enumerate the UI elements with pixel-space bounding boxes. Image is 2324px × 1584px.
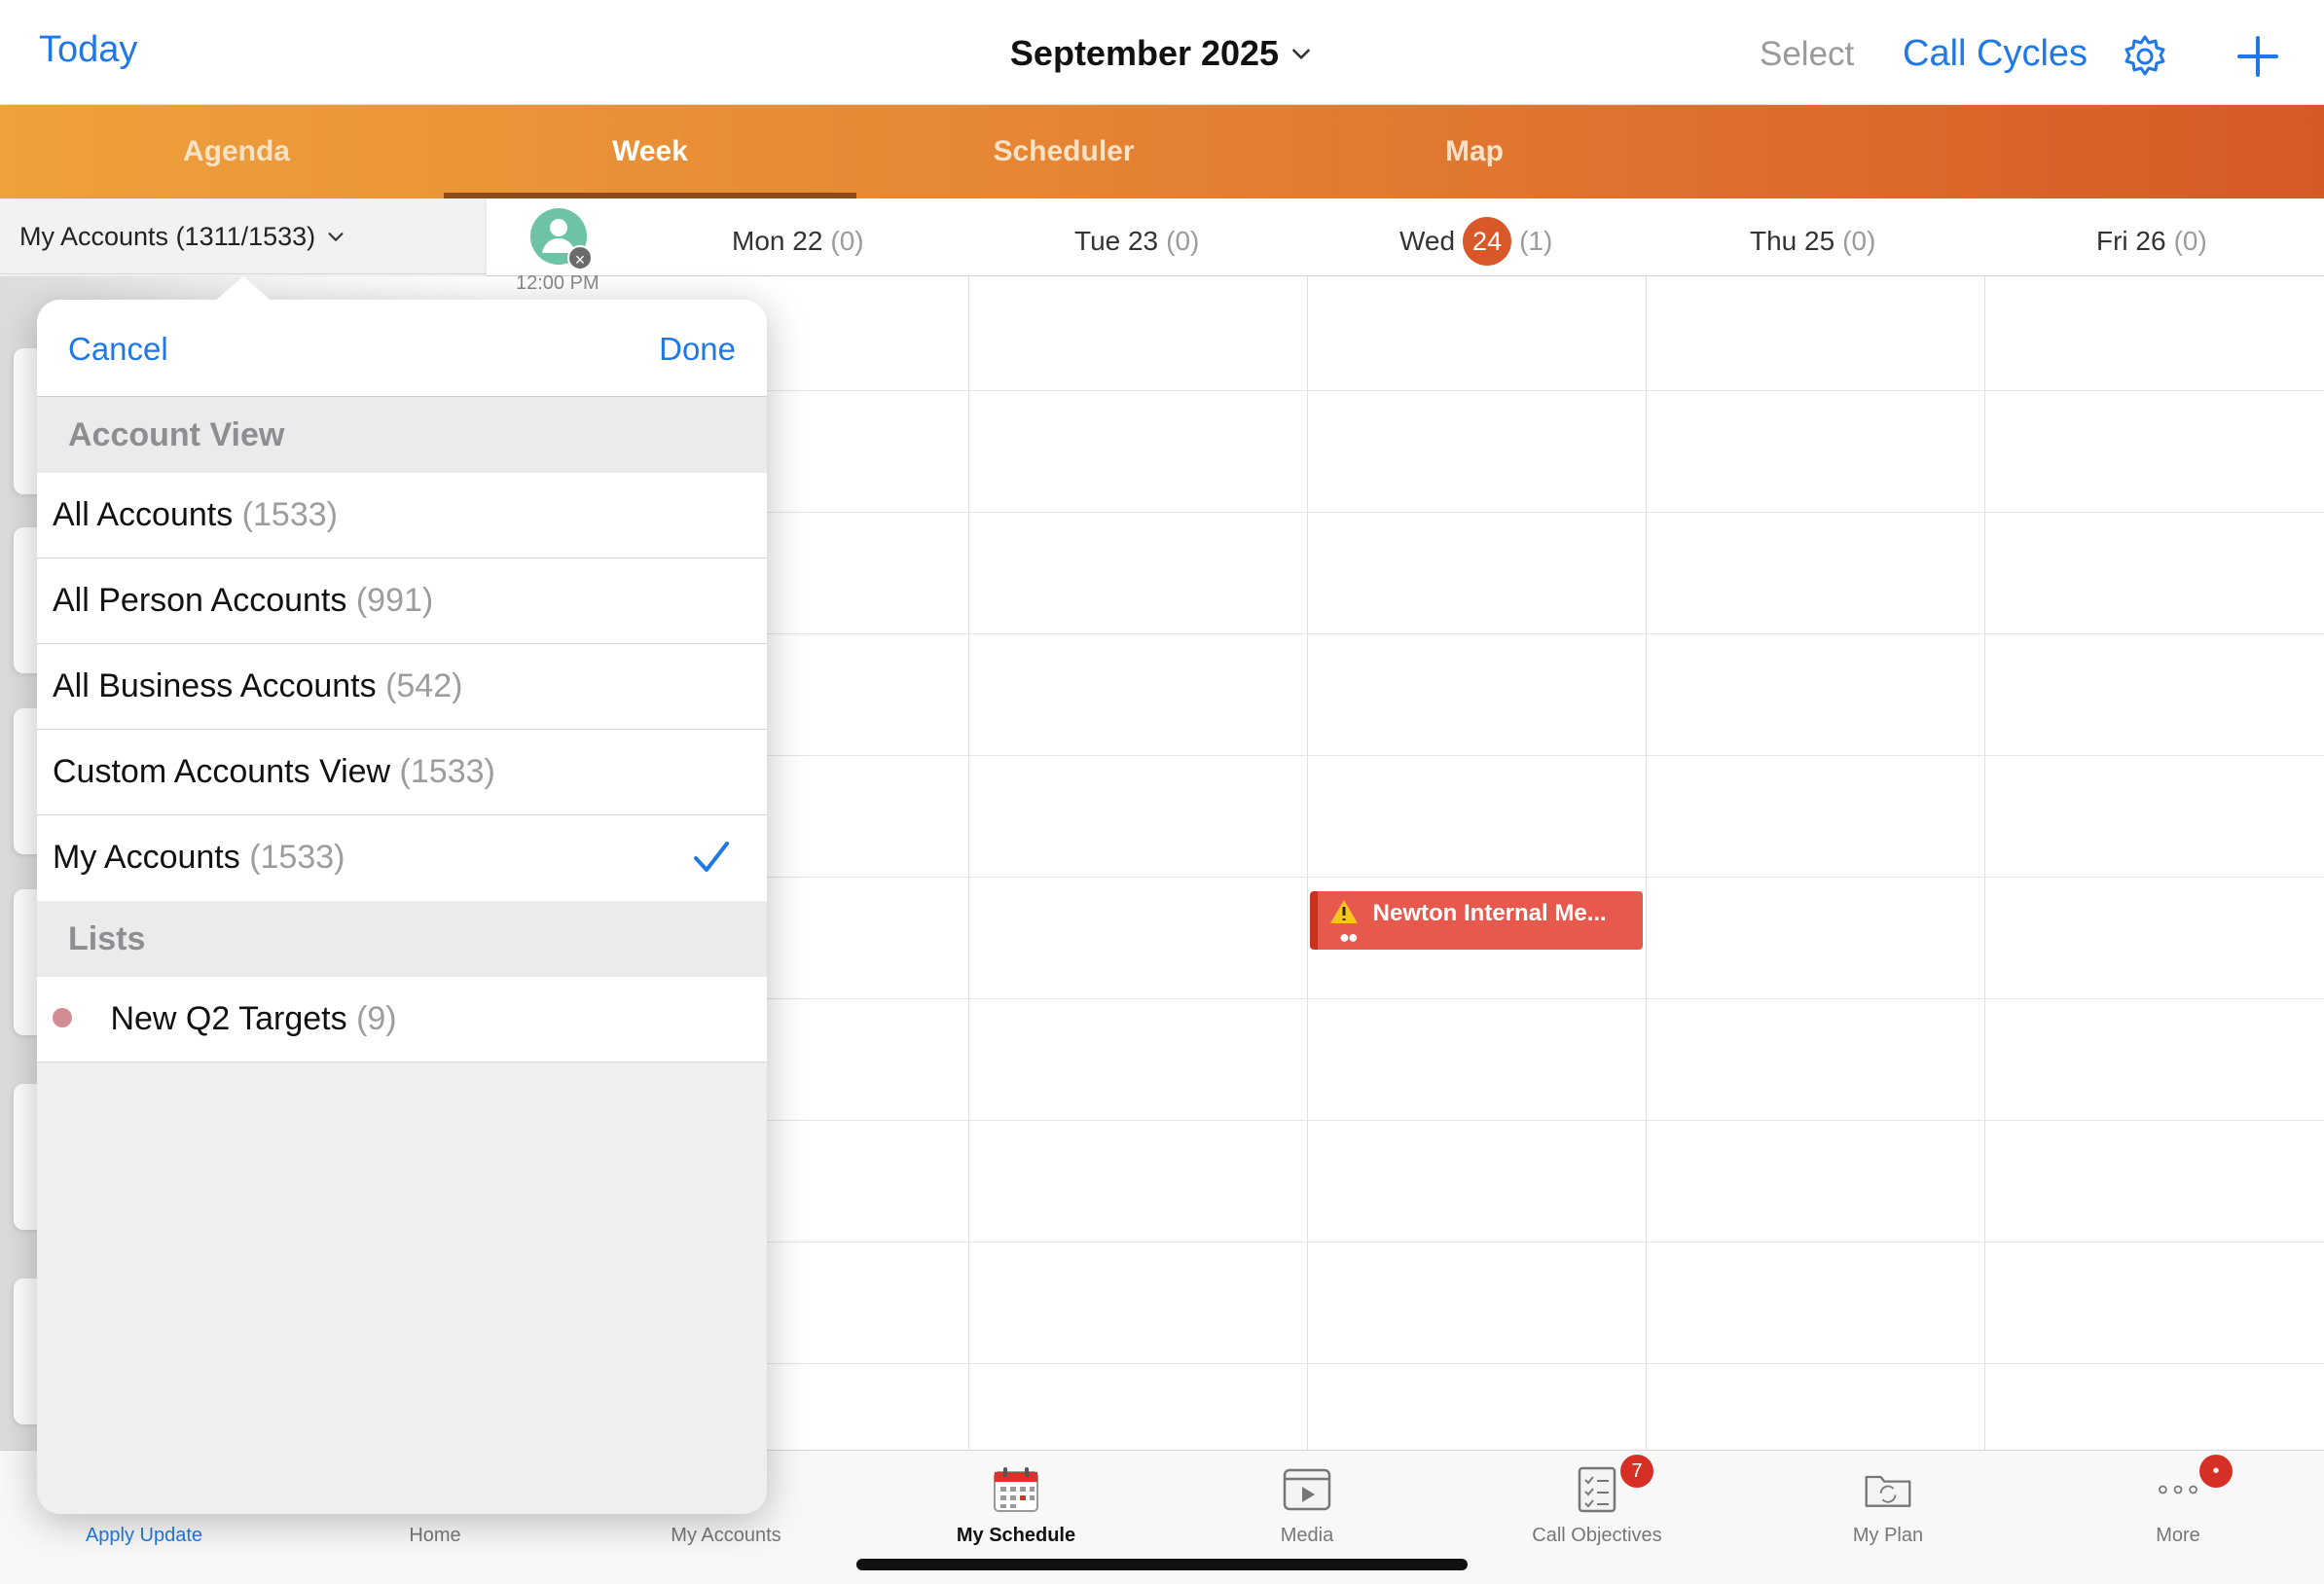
media-icon: [1283, 1468, 1331, 1511]
checkmark-icon: [694, 842, 729, 872]
tab-more[interactable]: • More: [2081, 1451, 2275, 1547]
user-avatar[interactable]: ×: [530, 208, 593, 270]
plan-folder-icon: [1865, 1475, 1911, 1507]
tab-label: My Accounts: [671, 1525, 781, 1546]
tab-call-objectives[interactable]: 7 Call Objectives: [1500, 1451, 1694, 1547]
option-count: (9): [356, 1000, 397, 1037]
month-selector[interactable]: September 2025: [1010, 33, 1314, 74]
popover-header: Cancel Done: [37, 300, 767, 397]
top-navigation-bar: Today September 2025 Select Call Cycles: [0, 0, 2324, 105]
grid-line: [1646, 276, 1647, 1450]
option-count: (542): [385, 667, 463, 704]
option-name: All Business Accounts: [53, 667, 377, 704]
account-view-option[interactable]: All Person Accounts (991): [37, 558, 767, 644]
tab-label: Call Objectives: [1532, 1525, 1662, 1546]
tab-label: Home: [409, 1525, 461, 1546]
gear-icon[interactable]: [2122, 33, 2168, 80]
view-tabs: Agenda Week Scheduler Map: [0, 105, 2324, 198]
tab-media[interactable]: Media: [1210, 1451, 1404, 1547]
calendar-event[interactable]: Newton Internal Me... ●●: [1310, 891, 1643, 950]
day-header-mon[interactable]: Mon 22 (0): [732, 222, 864, 261]
day-header-tue[interactable]: Tue 23 (0): [1074, 222, 1199, 261]
tab-agenda[interactable]: Agenda: [97, 105, 376, 198]
grid-line: [1984, 276, 1985, 1450]
section-header-lists: Lists: [37, 901, 767, 977]
day-count: (0): [2173, 226, 2207, 256]
grid-line: [1307, 276, 1308, 1450]
close-icon[interactable]: ×: [567, 245, 593, 270]
day-header-fri[interactable]: Fri 26 (0): [2096, 222, 2207, 261]
tab-label: Media: [1280, 1525, 1334, 1546]
day-count: (1): [1519, 226, 1553, 256]
tab-my-schedule[interactable]: My Schedule: [919, 1451, 1113, 1547]
day-header-wed[interactable]: Wed 24 (1): [1399, 216, 1552, 267]
day-label: Tue 23: [1074, 226, 1159, 256]
today-button[interactable]: Today: [39, 29, 137, 71]
account-view-option-selected[interactable]: My Accounts (1533): [37, 815, 767, 901]
day-count: (0): [1166, 226, 1200, 256]
select-button[interactable]: Select: [1760, 35, 1854, 74]
day-label: Thu 25: [1750, 226, 1835, 256]
option-count: (1533): [399, 753, 495, 790]
tab-map[interactable]: Map: [1335, 105, 1614, 198]
warning-icon: [1330, 900, 1358, 923]
tab-label: My Plan: [1852, 1525, 1924, 1546]
day-count: (0): [1842, 226, 1876, 256]
account-view-option[interactable]: Custom Accounts View (1533): [37, 730, 767, 815]
tab-scheduler[interactable]: Scheduler: [925, 105, 1203, 198]
account-view-popover: Cancel Done Account View All Accounts (1…: [37, 300, 767, 1514]
popover-arrow: [214, 276, 272, 302]
more-dots-icon: [2159, 1485, 2197, 1494]
chevron-down-icon: [328, 233, 344, 241]
option-name: New Q2 Targets: [110, 1000, 347, 1037]
account-view-option[interactable]: All Accounts (1533): [37, 473, 767, 558]
account-view-option[interactable]: All Business Accounts (542): [37, 644, 767, 730]
day-header-thu[interactable]: Thu 25 (0): [1750, 222, 1875, 261]
home-indicator: [856, 1559, 1468, 1570]
section-header-account-view: Account View: [37, 397, 767, 473]
call-cycles-button[interactable]: Call Cycles: [1903, 33, 2088, 75]
option-name: All Accounts: [53, 496, 234, 533]
accounts-filter-label: My Accounts (1311/1533): [19, 222, 316, 251]
add-icon[interactable]: [2234, 33, 2281, 80]
option-count: (1533): [249, 839, 345, 876]
day-label: Mon 22: [732, 226, 823, 256]
accounts-filter-dropdown[interactable]: My Accounts (1311/1533): [0, 198, 487, 274]
grid-line: [968, 276, 969, 1450]
day-label: Wed: [1399, 226, 1456, 256]
notification-badge: 7: [1620, 1455, 1653, 1488]
tab-week[interactable]: Week: [444, 105, 856, 198]
list-option[interactable]: New Q2 Targets (9): [37, 977, 767, 1062]
option-name: My Accounts: [53, 839, 240, 876]
option-count: (1533): [241, 496, 338, 533]
tab-my-plan[interactable]: My Plan: [1791, 1451, 1985, 1547]
day-label: Fri 26: [2096, 226, 2166, 256]
tab-label: More: [2156, 1525, 2200, 1546]
tab-label: Apply Update: [85, 1525, 203, 1546]
notification-badge: •: [2199, 1455, 2233, 1488]
attendees-icon: ●●: [1339, 927, 1359, 947]
event-title: Newton Internal Me...: [1372, 900, 1607, 926]
done-button[interactable]: Done: [659, 331, 736, 368]
calendar-icon: [994, 1467, 1038, 1512]
option-count: (991): [355, 582, 434, 619]
time-label: 12:00 PM: [516, 272, 599, 294]
list-color-dot: [53, 1008, 72, 1027]
option-name: All Person Accounts: [53, 582, 347, 619]
option-name: Custom Accounts View: [53, 753, 391, 790]
today-date-badge: 24: [1463, 217, 1512, 266]
chevron-down-icon: [1292, 49, 1310, 59]
checklist-icon: [1578, 1466, 1616, 1513]
tab-label: My Schedule: [956, 1525, 1076, 1546]
cancel-button[interactable]: Cancel: [68, 331, 168, 368]
day-count: (0): [830, 226, 864, 256]
month-label: September 2025: [1009, 33, 1280, 73]
